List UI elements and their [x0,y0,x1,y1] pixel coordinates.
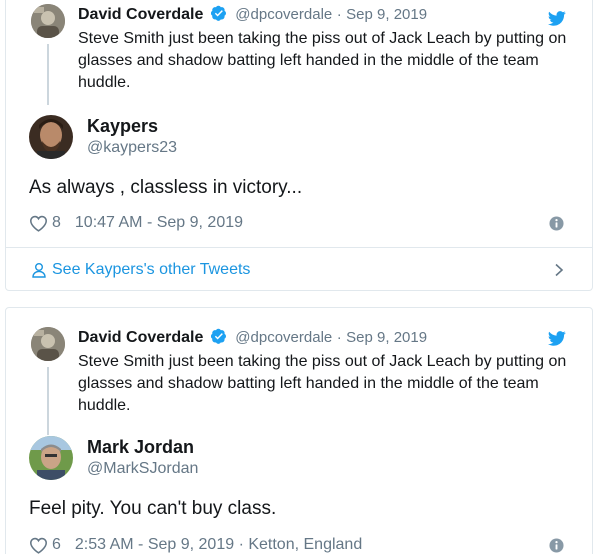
parent-tweet-text: Steve Smith just been taking the piss ou… [78,353,567,414]
tweet-timestamp[interactable]: 2:53 AM - Sep 9, 2019 · Ketton, England [75,535,362,554]
heart-icon[interactable] [29,537,48,554]
separator-dot: · [336,329,342,346]
see-other-tweets-link[interactable]: See Kaypers's other Tweets [31,260,250,280]
person-icon [32,263,46,278]
tweet-meta: 8 10:47 AM - Sep 9, 2019 [29,213,243,233]
parent-author-handle[interactable]: @dpcoverdale [235,329,332,346]
chevron-right-icon[interactable] [553,263,565,277]
avatar[interactable] [31,4,65,38]
separator-dot: · [336,6,342,23]
verified-badge-icon [210,5,226,21]
tweet-timestamp[interactable]: 10:47 AM - Sep 9, 2019 [75,213,243,233]
parent-author-handle[interactable]: @dpcoverdale [235,6,332,23]
parent-author-name[interactable]: David Coverdale [78,329,203,346]
tweet-embed-card: David Coverdale @dpcoverdale · Sep 9, 20… [5,307,593,554]
parent-header: David Coverdale @dpcoverdale · Sep 9, 20… [78,5,427,25]
heart-icon[interactable] [29,215,48,232]
parent-tweet-text: Steve Smith just been taking the piss ou… [78,30,567,91]
reply-author-name[interactable]: Mark Jordan [87,436,194,458]
see-other-tweets-label: See Kaypers's other Tweets [52,261,251,278]
reply-author-handle[interactable]: @MarkSJordan [87,458,198,480]
avatar[interactable] [29,436,73,480]
twitter-bird-icon[interactable] [548,11,566,26]
reply-author-handle[interactable]: @kaypers23 [87,137,177,159]
twitter-bird-icon[interactable] [548,331,566,346]
parent-date[interactable]: Sep 9, 2019 [346,6,427,23]
parent-header: David Coverdale @dpcoverdale · Sep 9, 20… [78,328,427,348]
like-count[interactable]: 8 [52,213,61,233]
tweet-text: As always , classless in victory... [29,177,303,198]
info-icon[interactable] [549,538,564,553]
like-count[interactable]: 6 [52,535,61,554]
tweet-embed-card: David Coverdale @dpcoverdale · Sep 9, 20… [5,0,593,291]
tweet-meta: 6 2:53 AM - Sep 9, 2019 · Ketton, Englan… [29,535,362,554]
info-icon[interactable] [549,216,564,231]
reply-author-name[interactable]: Kaypers [87,115,158,137]
avatar[interactable] [29,115,73,159]
tweet-text: Feel pity. You can't buy class. [29,498,277,519]
thread-line [47,44,49,105]
parent-date[interactable]: Sep 9, 2019 [346,329,427,346]
thread-line [47,367,49,435]
avatar[interactable] [31,327,65,361]
parent-author-name[interactable]: David Coverdale [78,6,203,23]
divider [6,247,592,248]
verified-badge-icon [210,328,226,344]
